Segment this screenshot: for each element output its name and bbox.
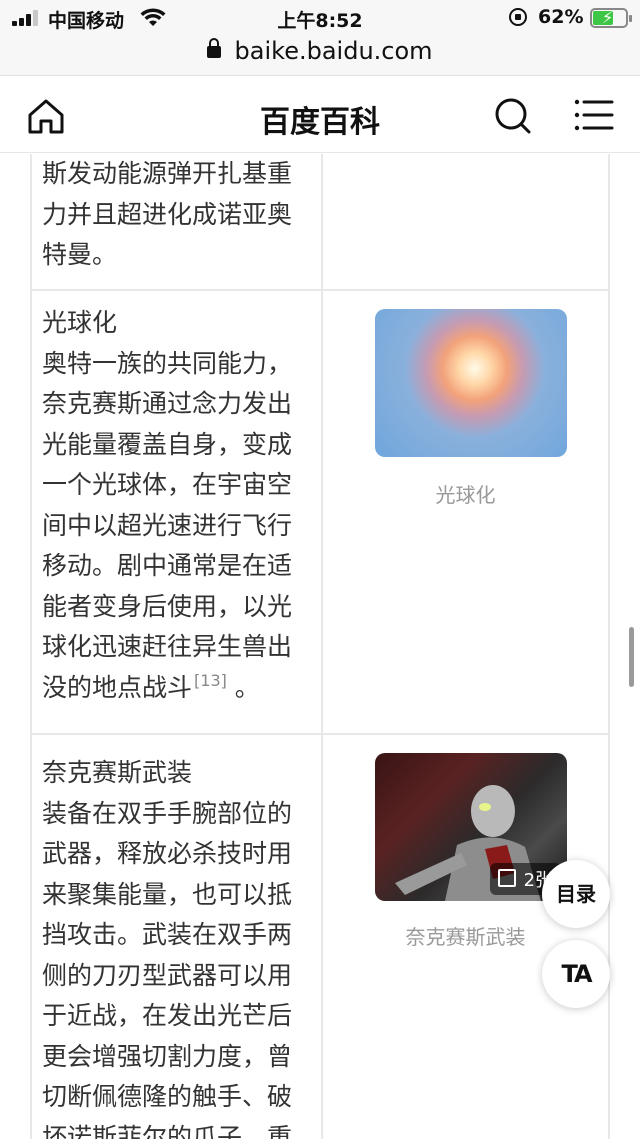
toc-button[interactable]: 目录 xyxy=(542,860,610,928)
page-title: 百度百科 xyxy=(260,105,380,140)
battery-percent: 62% xyxy=(538,6,584,28)
article-content: 斯发动能源弹开扎基重力并且超进化成诺亚奥特曼。 光球化 奥特一族的共同能力，奈克… xyxy=(0,154,640,1139)
ability-description: 奈克赛斯武装 装备在双手手腕部位的武器，释放必杀技时用来聚集能量，也可以抵挡攻击… xyxy=(32,735,324,1139)
gallery-icon xyxy=(497,869,516,887)
scrollbar[interactable] xyxy=(629,627,634,687)
ability-text: 装备在双手手腕部位的武器，释放必杀技时用来聚集能量，也可以抵挡攻击。武装在双手两… xyxy=(42,798,293,1139)
ability-text: 斯发动能源弹开扎基重力并且超进化成诺亚奥特曼。 xyxy=(42,159,293,269)
ability-description: 斯发动能源弹开扎基重力并且超进化成诺亚奥特曼。 xyxy=(32,154,324,289)
ability-media-cell xyxy=(323,154,608,289)
reference-link[interactable]: [13] xyxy=(194,671,227,690)
ability-media-cell: 光球化 xyxy=(323,291,608,733)
ability-image[interactable] xyxy=(375,309,568,457)
lock-icon xyxy=(207,38,222,58)
table-row: 斯发动能源弹开扎基重力并且超进化成诺亚奥特曼。 xyxy=(32,154,608,291)
ability-image[interactable]: 2张 xyxy=(375,753,568,901)
url-text: baike.baidu.com xyxy=(234,37,433,65)
ability-title: 奈克赛斯武装 xyxy=(42,758,193,787)
rotation-lock-icon xyxy=(509,8,527,26)
ability-text-tail: 。 xyxy=(226,672,260,702)
status-bar: 中国移动 上午8:52 62% ⚡ xyxy=(0,0,640,36)
battery-icon: ⚡ xyxy=(590,8,632,28)
ability-title: 光球化 xyxy=(42,308,118,337)
address-bar[interactable]: baike.baidu.com xyxy=(0,36,640,76)
table-row: 光球化 奥特一族的共同能力，奈克赛斯通过念力发出光能量覆盖自身，变成一个光球体，… xyxy=(32,291,608,735)
table-row: 奈克赛斯武装 装备在双手手腕部位的武器，释放必杀技时用来聚集能量，也可以抵挡攻击… xyxy=(32,735,608,1139)
ability-description: 光球化 奥特一族的共同能力，奈克赛斯通过念力发出光能量覆盖自身，变成一个光球体，… xyxy=(32,291,324,733)
page-header: 百度百科 xyxy=(0,77,640,153)
ta-button[interactable]: TA xyxy=(542,940,610,1008)
ability-media-cell: 2张 奈克赛斯武装 xyxy=(323,735,608,1139)
menu-icon[interactable] xyxy=(574,97,614,133)
ability-text: 奥特一族的共同能力，奈克赛斯通过念力发出光能量覆盖自身，变成一个光球体，在宇宙空… xyxy=(42,348,293,702)
ability-table: 斯发动能源弹开扎基重力并且超进化成诺亚奥特曼。 光球化 奥特一族的共同能力，奈克… xyxy=(30,154,610,1139)
image-caption: 光球化 xyxy=(435,483,496,507)
search-icon[interactable] xyxy=(494,97,532,135)
